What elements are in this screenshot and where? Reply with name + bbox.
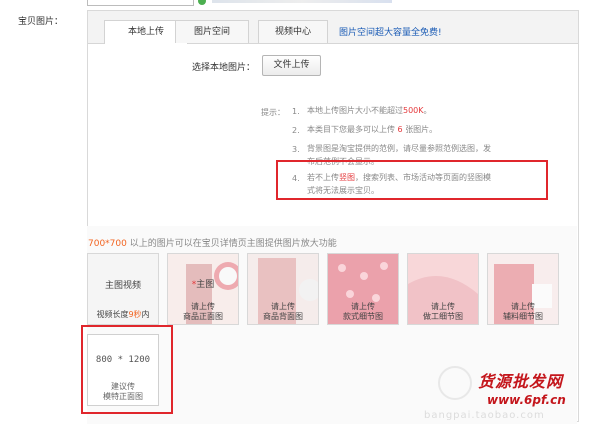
- thumbnail-caption-text: 视频长度: [96, 310, 129, 319]
- promo-link[interactable]: 图片空间超大容量全免费!: [339, 25, 442, 38]
- tip-text: 本类目下您最多可以上传: [307, 125, 395, 134]
- choose-local-image-label: 选择本地图片：: [192, 63, 256, 73]
- thumbnail-main-video[interactable]: 主图视频 视频长度9秒内: [87, 253, 159, 325]
- thumbnail-caption: 商品背面图: [263, 312, 303, 321]
- thumbnail-back-image[interactable]: 请上传 商品背面图: [247, 253, 319, 325]
- thumbnail-accessory-detail[interactable]: 请上传 辅料细节图: [487, 253, 559, 325]
- previous-field-hint: [212, 0, 392, 3]
- watermark-title: 货源批发网: [478, 372, 564, 391]
- tip-1: 本地上传图片大小不能超过500K。: [307, 104, 432, 117]
- thumbnail-title: *主图: [168, 277, 238, 290]
- previous-field-input[interactable]: [87, 0, 194, 6]
- tips-label: 提示：: [261, 108, 285, 117]
- field-label: 宝贝图片：: [18, 17, 64, 27]
- thumbnail-caption-text: 内: [141, 310, 150, 319]
- thumbnail-title-text: 主图: [196, 280, 215, 290]
- tip-number: 3.: [292, 145, 300, 154]
- highlight-box-tip: [276, 160, 548, 200]
- highlight-box-model: [81, 325, 173, 414]
- watermark-logo-icon: [438, 366, 472, 400]
- tip-text: 本地上传图片大小不能超过: [307, 106, 403, 115]
- thumbnail-caption: 视频长度9秒内: [88, 309, 158, 320]
- tip-highlight: 500K: [403, 106, 424, 115]
- dimension-text: 以上的图片可以在宝贝详情页主图提供图片放大功能: [129, 239, 337, 249]
- thumbnail-caption: 商品正面图: [183, 312, 223, 321]
- tab-image-space[interactable]: 图片空间: [175, 20, 249, 43]
- thumbnail-caption: 辅料细节图: [503, 312, 543, 321]
- tip-text: 张图片。: [405, 125, 438, 134]
- tip-number: 2.: [292, 126, 300, 135]
- thumbnail-workmanship-detail[interactable]: 请上传 做工细节图: [407, 253, 479, 325]
- tab-bar: 本地上传 图片空间 视频中心 图片空间超大容量全免费!: [88, 11, 578, 44]
- tab-video-center[interactable]: 视频中心: [258, 20, 328, 43]
- thumbnail-caption-highlight: 9秒: [128, 310, 142, 319]
- thumbnail-caption: 款式细节图: [343, 312, 383, 321]
- dimension-note: 700*700 以上的图片可以在宝贝详情页主图提供图片放大功能: [88, 236, 337, 249]
- tip-2: 本类目下您最多可以上传 6 张图片。: [307, 123, 437, 136]
- tip-text: 。: [423, 106, 432, 115]
- top-strip: [0, 0, 590, 6]
- thumbnail-caption: 做工细节图: [423, 312, 463, 321]
- tip-number: 1.: [292, 107, 300, 116]
- tip-text: 背景图是淘宝提供的范例，请尽量参照范例选图，发: [307, 144, 491, 153]
- file-upload-button[interactable]: 文件上传: [262, 55, 321, 76]
- tab-label: 视频中心: [274, 27, 311, 37]
- tip-highlight: 6: [397, 125, 403, 134]
- thumbnail-title: 主图视频: [104, 281, 141, 291]
- dimension-size: 700*700: [88, 239, 127, 249]
- tab-label: 图片空间: [193, 27, 230, 37]
- watermark-faint-text: bangpai.taobao.com: [424, 410, 545, 421]
- check-icon: [198, 0, 206, 5]
- watermark-url: www.6pf.cn: [487, 393, 566, 407]
- thumbnail-main-image[interactable]: *主图 请上传 商品正面图: [167, 253, 239, 325]
- thumbnail-style-detail[interactable]: 请上传 款式细节图: [327, 253, 399, 325]
